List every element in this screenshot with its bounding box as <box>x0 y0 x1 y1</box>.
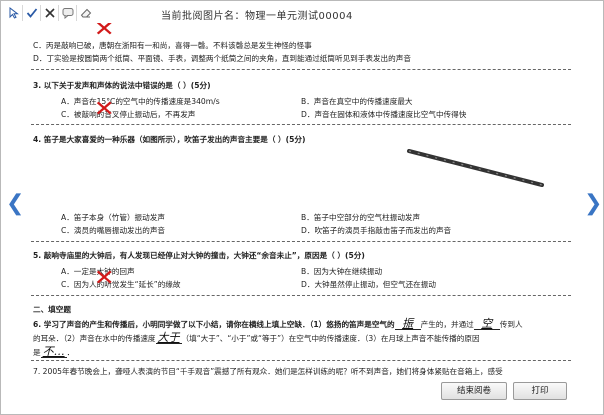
question-4-option-a: A．笛子本身（竹管）振动发声 <box>61 213 165 222</box>
question-6-line-1: 6. 学习了声音的产生和传播后，小明同学做了以下小结，请你在横线上填上空缺．（1… <box>33 318 569 330</box>
check-icon <box>26 8 37 18</box>
section-fill-in-title: 二、填空题 <box>33 305 71 314</box>
flute-image <box>407 149 544 187</box>
question-3-stem: 3. 以下关于发声和声体的说法中错误的是（ ）(5分) <box>33 81 211 90</box>
question-6-text: ． <box>66 348 75 357</box>
question-4-stem: 4. 笛子是大家喜爱的一种乐器（如图所示），吹笛子发出的声音主要是（ ）(5分) <box>33 135 306 144</box>
eraser-icon <box>80 8 91 18</box>
question-3-option-a: A．声音在15°C的空气中的传播速度是340m/s <box>61 97 220 106</box>
answer-blank-3: 大于 <box>155 331 182 344</box>
divider <box>31 69 571 70</box>
question-2-option-d: D．丁实验是按圆筒两个纸筒、平面镜、手表，调整两个纸筒之间的夹角，直到能通过纸筒… <box>33 54 411 63</box>
question-6-line-2: 的耳朵．（2）声音在水中的传播速度 大于 （填“大于”、“小于”或“等于”）在空气中… <box>33 331 569 344</box>
wrong-mark-icon: ✕ <box>93 97 115 122</box>
pointer-icon <box>9 7 19 19</box>
divider <box>31 295 571 296</box>
question-5-option-d: D．大钟虽然停止振动，但空气还在振动 <box>301 280 436 289</box>
print-button[interactable]: 打印 <box>513 382 567 400</box>
wrong-mark-icon: ✕ <box>93 266 115 291</box>
wrong-mark-icon: ✕ <box>93 23 115 42</box>
answer-blank-4: 不… <box>40 345 67 358</box>
next-page-button[interactable]: ❯ <box>584 193 602 215</box>
comment-icon <box>62 8 73 19</box>
question-6-text: 产生的，并通过 <box>420 320 474 329</box>
question-7-stem: 7. 2005年春节晚会上，聋哑人表演的节目“千手观音”震撼了所有观众．她们是怎… <box>33 367 503 376</box>
prev-page-button[interactable]: ❮ <box>6 193 24 215</box>
pointer-tool-button[interactable] <box>5 5 23 21</box>
question-6-text: 传到人 <box>499 320 523 329</box>
question-4-option-b: B．笛子中空部分的空气柱振动发声 <box>301 213 421 222</box>
window-title: 当前批阅图片名：物理一单元测试00004 <box>161 11 353 22</box>
question-2-option-c: C．丙是敲响已破，唐朝在浙阳有一和尚，喜得一磬。不料该磬总是发生神怪的怪事 <box>33 41 312 50</box>
question-6-text: 的耳朵．（2）声音在水中的传播速度 <box>33 334 156 343</box>
review-window: 当前批阅图片名：物理一单元测试00004 ❮ ❯ C．丙是敲响已破，唐朝在浙阳有… <box>0 0 604 415</box>
comment-tool-button[interactable] <box>59 5 77 21</box>
eraser-tool-button[interactable] <box>77 5 94 21</box>
answer-blank-2: 空 <box>473 318 500 330</box>
divider <box>31 124 571 125</box>
question-4-option-c: C．演员的嘴唇振动发出的声音 <box>61 226 166 235</box>
check-tool-button[interactable] <box>23 5 41 21</box>
question-3-option-d: D．声音在固体和液体中传播速度比空气中传得快 <box>301 110 467 119</box>
question-5-stem: 5. 敲响寺庙里的大钟后，有人发现已经停止对大钟的撞击，大钟还“余音未止”，原因… <box>33 251 365 260</box>
cross-icon <box>44 8 55 18</box>
question-4-option-d: D．吹笛子的演员手指敲击笛子而发出的声音 <box>301 226 452 235</box>
cross-tool-button[interactable] <box>41 5 59 21</box>
divider <box>31 241 571 242</box>
question-3-option-c: C．被敲响的音叉停止振动后，不再发声 <box>61 110 196 119</box>
question-6-text: 是 <box>33 348 41 357</box>
finish-review-button[interactable]: 结束阅卷 <box>441 382 507 400</box>
divider <box>31 360 571 361</box>
question-5-option-b: B．因为大钟在继续振动 <box>301 267 383 276</box>
question-3-option-b: B．声音在真空中的传播速度最大 <box>301 97 413 106</box>
question-6-text: 6. 学习了声音的产生和传播后，小明同学做了以下小结，请你在横线上填上空缺．（1… <box>33 320 395 329</box>
question-5-option-c: C．因为人的听觉发生“延长”的缘故 <box>61 280 181 289</box>
question-6-line-3: 是不… ． <box>33 345 569 358</box>
annotation-toolbar <box>5 5 94 21</box>
question-6-text: （填“大于”、“小于”或“等于”）在空气中的传播速度．（3）在月球上声音不能传播… <box>181 334 480 343</box>
answer-sheet: C．丙是敲响已破，唐朝在浙阳有一和尚，喜得一磬。不料该磬总是发生神怪的怪事 D．… <box>31 23 571 383</box>
answer-blank-1: 振 <box>394 318 421 330</box>
